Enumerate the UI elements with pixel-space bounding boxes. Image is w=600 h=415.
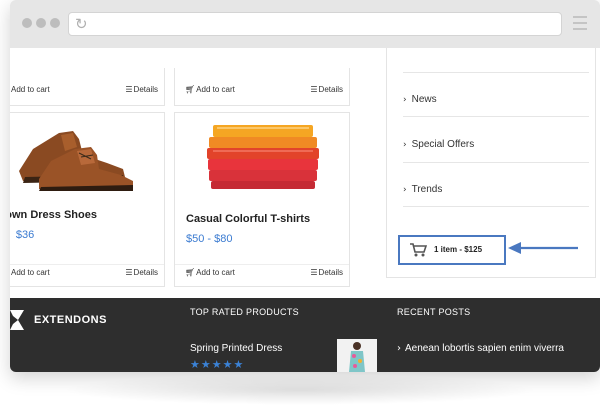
details-label: Details	[318, 85, 343, 94]
product-name[interactable]: rown Dress Shoes	[10, 209, 97, 221]
sidebar-item-label: Trends	[411, 184, 443, 195]
add-to-cart-label: Add to cart	[196, 268, 235, 277]
divider	[403, 116, 589, 117]
product-price: $50 - $80	[186, 233, 233, 245]
sidebar-item-label: Special Offers	[411, 139, 475, 150]
product-card: Add to cart ☰Details	[10, 68, 165, 106]
brand-name: EXTENDONS	[34, 314, 107, 326]
page-content: Add to cart ☰Details 🛒︎Add to cart ☰Deta…	[10, 48, 600, 298]
details-label: Details	[133, 85, 158, 94]
top-rated-heading: TOP RATED PRODUCTS	[190, 307, 299, 317]
product-price: 66$36	[10, 229, 34, 241]
list-icon: ☰	[310, 85, 318, 94]
recent-post-title: Aenean lobortis sapien enim viverra	[405, 343, 564, 354]
chevron-right-icon: ›	[403, 95, 407, 105]
add-to-cart-button[interactable]: 🛒︎Add to cart	[185, 85, 235, 94]
product-card: rown Dress Shoes 66$36 Add to cart ☰Deta…	[10, 112, 165, 287]
cart-icon: 🛒︎	[185, 85, 196, 94]
list-icon: ☰	[310, 268, 318, 277]
tshirts-stack-image[interactable]	[203, 121, 323, 191]
list-icon: ☰	[125, 85, 133, 94]
address-bar[interactable]: ↻	[68, 12, 562, 36]
arrow-left-icon	[508, 242, 578, 254]
window-controls	[22, 18, 60, 28]
divider	[403, 206, 589, 207]
rating-stars: ★★★★★	[190, 358, 245, 371]
brown-shoes-image[interactable]	[11, 119, 136, 194]
hamburger-menu-icon[interactable]	[573, 16, 587, 30]
sidebar-item-label: News	[411, 94, 437, 105]
mini-cart-widget[interactable]: 1 item - $125	[398, 235, 506, 265]
add-to-cart-button[interactable]: 🛒︎Add to cart	[185, 268, 235, 277]
window-control-dot[interactable]	[36, 18, 46, 28]
reload-icon[interactable]: ↻	[75, 16, 91, 32]
add-to-cart-button[interactable]: Add to cart	[11, 268, 50, 277]
top-rated-product-link[interactable]: Spring Printed Dress	[190, 343, 282, 354]
product-thumbnail[interactable]	[337, 339, 377, 372]
product-actions: 🛒︎Add to cart ☰Details	[175, 264, 349, 280]
add-to-cart-label: Add to cart	[196, 85, 235, 94]
cart-icon: 🛒︎	[185, 268, 196, 277]
add-to-cart-label: Add to cart	[11, 85, 50, 94]
product-card: 🛒︎Add to cart ☰Details	[174, 68, 350, 106]
browser-toolbar: ↻	[10, 0, 600, 48]
add-to-cart-button[interactable]: Add to cart	[11, 85, 50, 94]
recent-post-link[interactable]: › Aenean lobortis sapien enim viverra	[397, 343, 564, 354]
chevron-right-icon: ›	[403, 140, 407, 150]
extendons-logo-icon	[10, 310, 24, 330]
chevron-right-icon: ›	[403, 185, 407, 195]
window-control-dot[interactable]	[50, 18, 60, 28]
cart-summary: 1 item - $125	[434, 245, 483, 254]
details-label: Details	[318, 268, 343, 277]
product-actions: Add to cart ☰Details	[10, 264, 164, 280]
window-control-dot[interactable]	[22, 18, 32, 28]
product-card: Casual Colorful T-shirts $50 - $80 🛒︎Add…	[174, 112, 350, 287]
recent-posts-heading: RECENT POSTS	[397, 307, 471, 317]
sidebar-item-news[interactable]: › News	[403, 94, 437, 105]
details-label: Details	[133, 268, 158, 277]
window-shadow	[60, 375, 540, 405]
add-to-cart-label: Add to cart	[11, 268, 50, 277]
shopping-cart-icon	[410, 243, 427, 257]
product-name[interactable]: Casual Colorful T-shirts	[186, 213, 310, 225]
site-footer: EXTENDONS TOP RATED PRODUCTS RECENT POST…	[10, 298, 600, 372]
sidebar-item-special-offers[interactable]: › Special Offers	[403, 139, 474, 150]
product-actions: 🛒︎Add to cart ☰Details	[175, 82, 349, 98]
divider	[403, 72, 589, 73]
details-button[interactable]: ☰Details	[125, 85, 158, 94]
chevron-right-icon: ›	[397, 343, 401, 354]
details-button[interactable]: ☰Details	[310, 85, 343, 94]
sidebar-item-trends[interactable]: › Trends	[403, 184, 442, 195]
browser-window: ↻ Add to cart ☰Details 🛒︎Add to cart ☰De…	[10, 0, 600, 372]
list-icon: ☰	[125, 268, 133, 277]
details-button[interactable]: ☰Details	[125, 268, 158, 277]
product-actions: Add to cart ☰Details	[10, 82, 164, 98]
divider	[403, 162, 589, 163]
sale-price: $36	[15, 229, 35, 241]
brand-logo[interactable]: EXTENDONS	[10, 310, 107, 330]
details-button[interactable]: ☰Details	[310, 268, 343, 277]
